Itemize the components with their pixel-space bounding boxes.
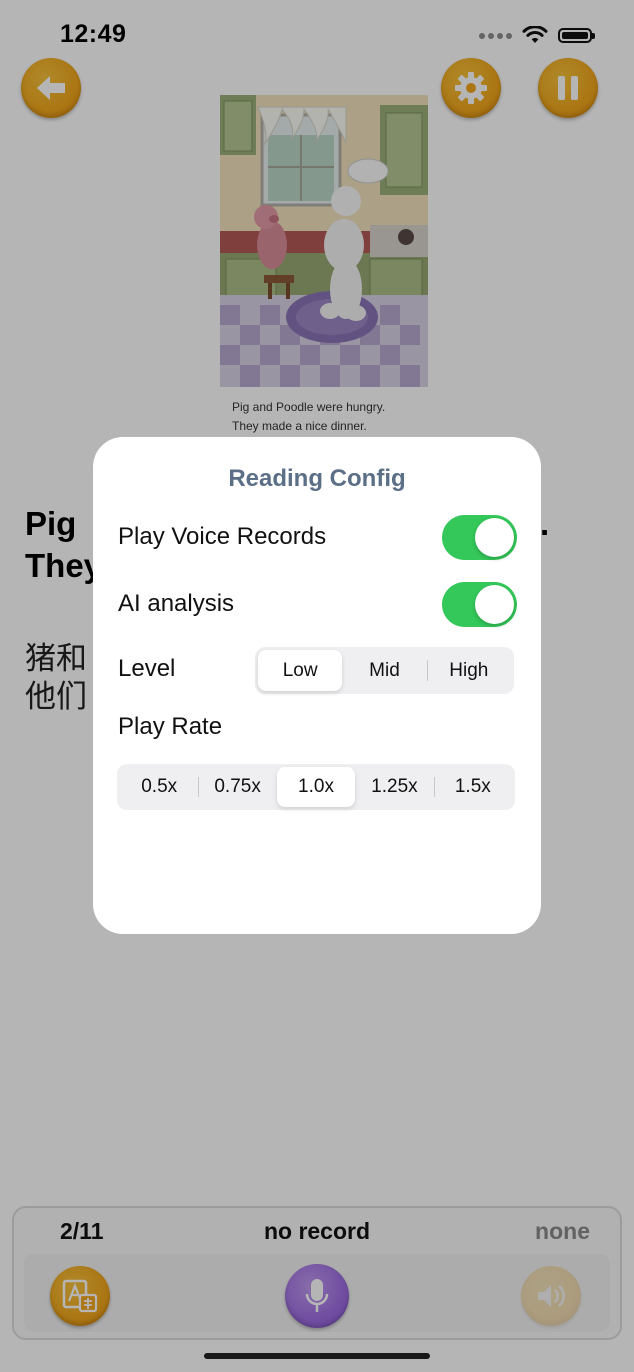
- level-option-high[interactable]: High: [426, 650, 511, 691]
- reading-config-dialog: Reading Config Play Voice Records AI ana…: [93, 437, 541, 934]
- level-label: Level: [118, 655, 176, 682]
- play-rate-option-1-5x[interactable]: 1.5x: [433, 767, 512, 807]
- toggle-knob: [475, 585, 514, 624]
- level-segmented-control: Low Mid High: [255, 647, 514, 694]
- play-rate-option-0-75x[interactable]: 0.75x: [198, 767, 276, 807]
- play-voice-records-toggle[interactable]: [442, 515, 517, 560]
- level-option-low[interactable]: Low: [258, 650, 343, 691]
- play-rate-option-1-0x[interactable]: 1.0x: [276, 767, 356, 807]
- dialog-title: Reading Config: [228, 465, 406, 492]
- play-rate-option-0-5x[interactable]: 0.5x: [120, 767, 198, 807]
- ai-analysis-toggle[interactable]: [442, 582, 517, 627]
- toggle-knob: [475, 518, 514, 557]
- play-rate-option-1-25x[interactable]: 1.25x: [355, 767, 433, 807]
- play-rate-segmented-control: 0.5x 0.75x 1.0x 1.25x 1.5x: [117, 764, 515, 810]
- play-rate-label: Play Rate: [118, 713, 223, 740]
- level-option-mid[interactable]: Mid: [342, 650, 426, 691]
- ai-analysis-label: AI analysis: [118, 590, 235, 617]
- play-voice-records-label: Play Voice Records: [118, 523, 327, 550]
